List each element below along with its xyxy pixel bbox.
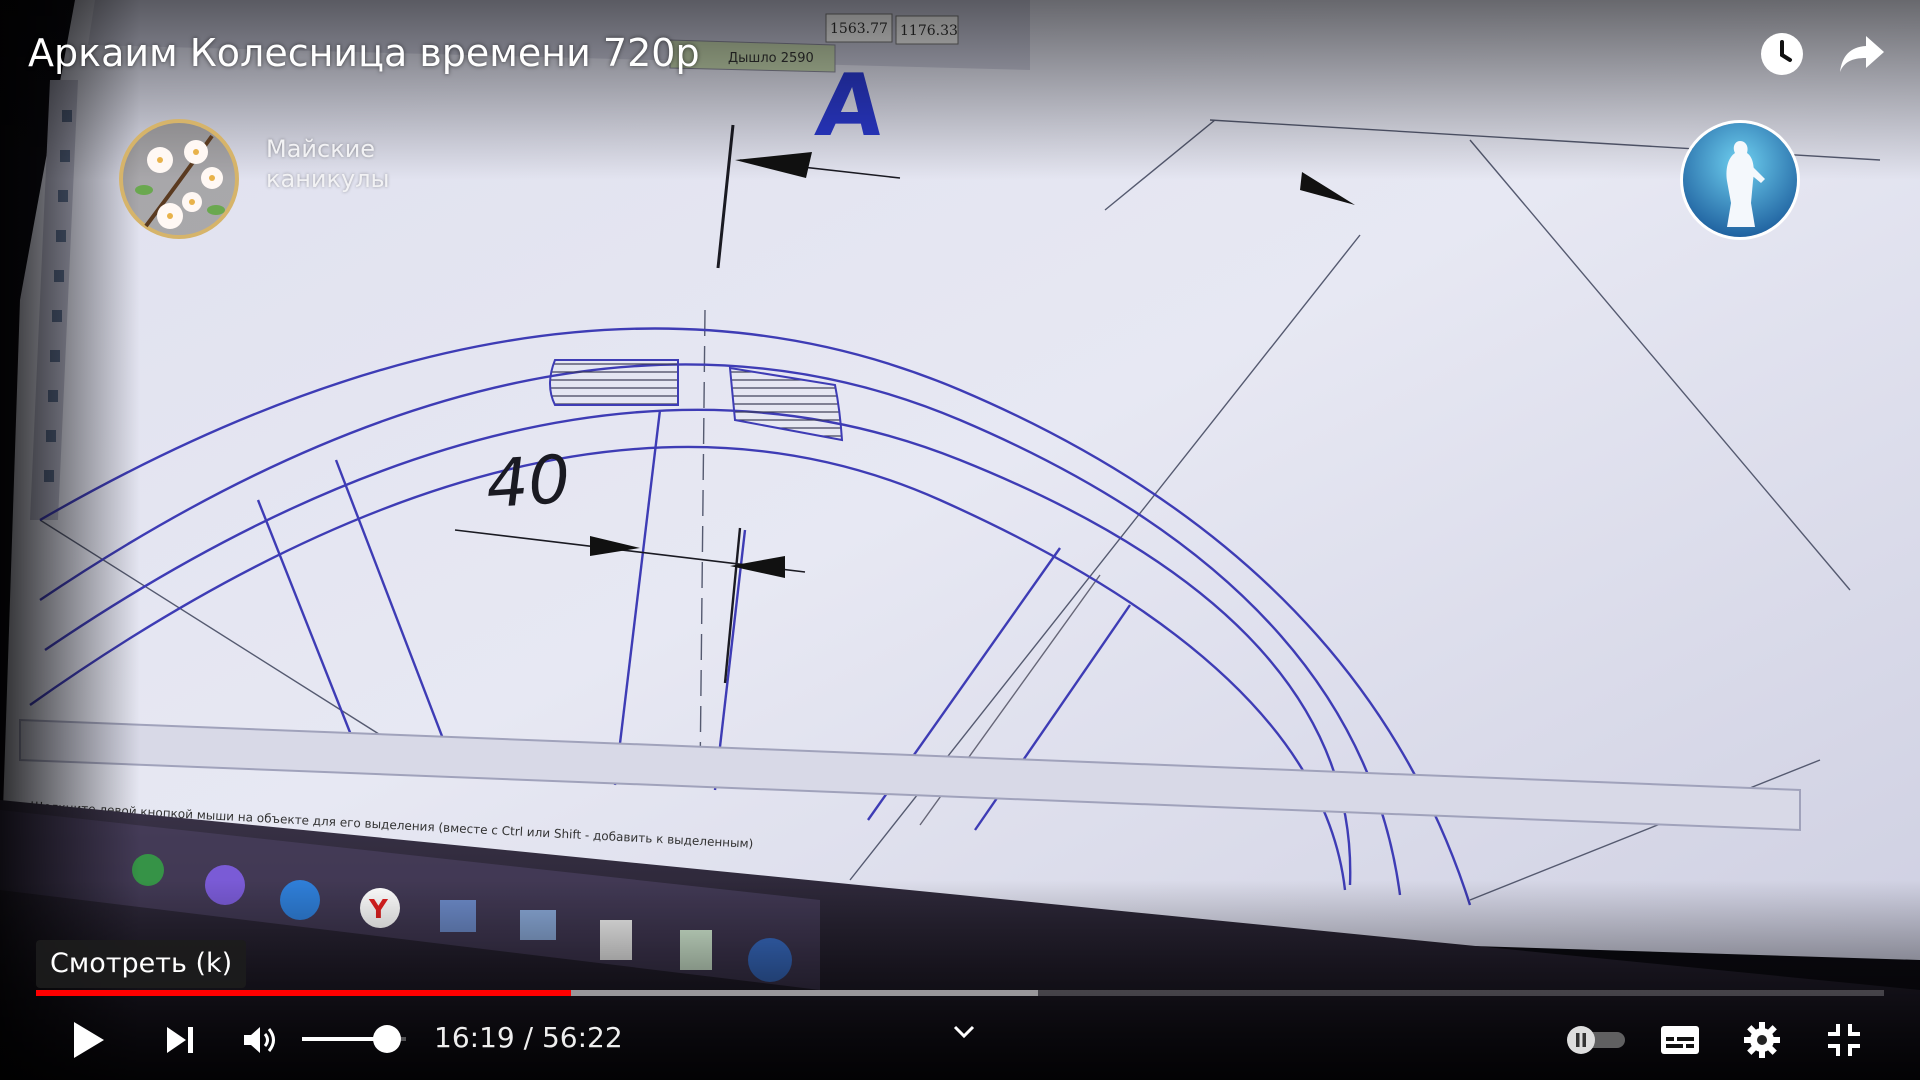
settings-button[interactable] xyxy=(1734,1012,1790,1068)
next-icon xyxy=(167,1027,193,1053)
exit-fullscreen-icon xyxy=(1828,1024,1860,1056)
cad-tab-label: Дышло 2590 xyxy=(728,51,814,66)
current-time: 16:19 xyxy=(434,1021,515,1054)
cad-coord-x: 1563.77 xyxy=(830,21,888,37)
pause-toggle-icon xyxy=(1567,1026,1625,1054)
subtitles-button[interactable] xyxy=(1652,1012,1708,1068)
cad-coord-y: 1176.33 xyxy=(900,23,958,39)
next-video-button[interactable] xyxy=(152,1012,208,1068)
video-title[interactable]: Аркаим Колесница времени 720р xyxy=(28,28,700,78)
play-tooltip: Смотреть (k) xyxy=(36,940,247,988)
exit-fullscreen-button[interactable] xyxy=(1816,1012,1872,1068)
channel-watermark-text: Майские каникулы xyxy=(266,134,389,194)
channel-logo xyxy=(116,116,242,242)
share-arrow-icon xyxy=(1840,36,1884,72)
subtitles-icon xyxy=(1661,1026,1699,1054)
drawing-section-letter: А xyxy=(812,56,889,156)
svg-text:Y: Y xyxy=(368,895,389,925)
progress-bar[interactable] xyxy=(36,990,1884,996)
gear-icon xyxy=(1744,1022,1780,1058)
chevron-down-icon xyxy=(953,1025,975,1039)
mute-button[interactable] xyxy=(232,1012,288,1068)
channel-avatar-watermark[interactable] xyxy=(1680,120,1800,240)
time-display: 16:19 / 56:22 xyxy=(434,1018,623,1058)
play-icon xyxy=(74,1022,104,1058)
chapter-expand-button[interactable] xyxy=(946,1010,982,1054)
cad-coord-fields: 1563.77 1176.33 xyxy=(825,13,959,45)
drawing-dimension-40: 40 xyxy=(484,441,573,524)
autoplay-toggle[interactable] xyxy=(1560,1012,1630,1068)
channel-watermark-line2: каникулы xyxy=(266,165,390,193)
clock-icon xyxy=(1761,33,1803,75)
time-separator: / xyxy=(514,1021,542,1054)
share-button[interactable] xyxy=(1832,26,1892,82)
volume-icon xyxy=(244,1027,275,1053)
duration: 56:22 xyxy=(541,1021,623,1054)
volume-slider[interactable] xyxy=(302,1025,406,1053)
channel-watermark-line1: Майские xyxy=(266,135,376,163)
progress-played xyxy=(36,990,571,996)
play-button[interactable] xyxy=(60,1012,116,1068)
watch-later-button[interactable] xyxy=(1752,26,1812,82)
